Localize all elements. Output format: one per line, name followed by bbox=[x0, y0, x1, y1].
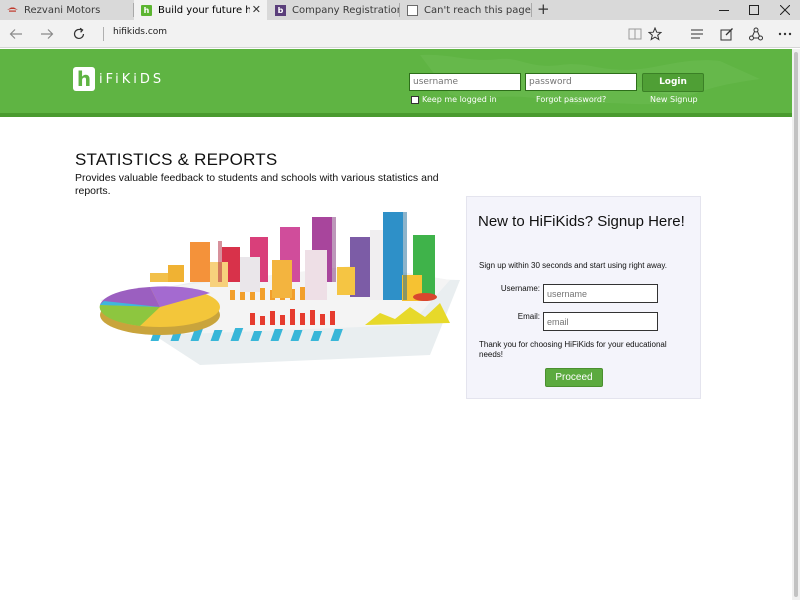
address-bar[interactable]: hifikids.com bbox=[113, 27, 167, 37]
tab-title: Can't reach this page bbox=[424, 4, 531, 16]
tab-title: Company Registration with bbox=[292, 4, 399, 16]
tab-strip: Rezvani Motors h Build your future here.… bbox=[0, 0, 800, 20]
page-icon bbox=[407, 4, 418, 16]
hifikids-icon: h bbox=[141, 4, 152, 16]
header-border bbox=[0, 113, 792, 117]
login-username-input[interactable] bbox=[409, 73, 521, 91]
tab-separator bbox=[531, 3, 532, 17]
refresh-icon[interactable] bbox=[70, 25, 88, 43]
new-signup-link[interactable]: New Signup bbox=[650, 95, 698, 104]
statistics-illustration bbox=[99, 212, 460, 365]
keep-logged-in[interactable]: Keep me logged in bbox=[411, 95, 497, 104]
page-description: Provides valuable feedback to students a… bbox=[75, 172, 439, 197]
login-password-input[interactable] bbox=[525, 73, 637, 91]
minimize-icon[interactable] bbox=[709, 0, 739, 20]
username-label: Username: bbox=[500, 284, 540, 293]
hifikids-logo[interactable]: h iFiKiDS bbox=[73, 66, 164, 92]
tab-company-registration[interactable]: b Company Registration with bbox=[268, 0, 399, 20]
maximize-icon[interactable] bbox=[739, 0, 769, 20]
signup-subtitle: Sign up within 30 seconds and start usin… bbox=[479, 261, 667, 270]
web-note-icon[interactable] bbox=[718, 25, 736, 43]
navigation-bar: hifikids.com bbox=[0, 20, 800, 48]
company-icon: b bbox=[275, 4, 286, 16]
logo-mark: h bbox=[73, 67, 95, 91]
keep-logged-in-label: Keep me logged in bbox=[422, 95, 497, 104]
hub-icon[interactable] bbox=[688, 25, 706, 43]
keep-logged-in-checkbox[interactable] bbox=[411, 95, 419, 104]
signup-username-input[interactable] bbox=[543, 284, 658, 303]
forgot-password-link[interactable]: Forgot password? bbox=[536, 95, 606, 104]
reading-view-icon[interactable] bbox=[626, 25, 644, 43]
login-button[interactable]: Login bbox=[642, 73, 704, 92]
address-divider bbox=[103, 27, 104, 41]
email-label: Email: bbox=[517, 312, 540, 321]
forward-icon[interactable] bbox=[38, 25, 56, 43]
signup-title: New to HiFiKids? Signup Here! bbox=[478, 213, 685, 230]
more-icon[interactable] bbox=[776, 25, 794, 43]
back-icon[interactable] bbox=[7, 25, 25, 43]
scrollbar-thumb[interactable] bbox=[794, 52, 798, 597]
favorite-star-icon[interactable] bbox=[646, 25, 664, 43]
proceed-button[interactable]: Proceed bbox=[545, 368, 603, 387]
share-icon[interactable] bbox=[747, 25, 765, 43]
tab-title: Rezvani Motors bbox=[24, 4, 101, 16]
signup-email-input[interactable] bbox=[543, 312, 658, 331]
thanks-message: Thank you for choosing HiFiKids for your… bbox=[479, 340, 667, 359]
close-tab-icon[interactable]: ✕ bbox=[252, 3, 261, 16]
tab-hifikids[interactable]: h Build your future here... ✕ bbox=[134, 0, 267, 20]
new-tab-button[interactable]: + bbox=[537, 1, 550, 18]
page-title: STATISTICS & REPORTS bbox=[75, 150, 278, 169]
tab-title: Build your future here... bbox=[158, 4, 250, 16]
logo-text: iFiKiDS bbox=[99, 71, 165, 87]
tab-rezvani-motors[interactable]: Rezvani Motors bbox=[0, 0, 133, 20]
close-window-icon[interactable] bbox=[770, 0, 800, 20]
rezvani-logo-icon bbox=[7, 5, 18, 16]
tab-cant-reach[interactable]: Can't reach this page bbox=[400, 0, 531, 20]
